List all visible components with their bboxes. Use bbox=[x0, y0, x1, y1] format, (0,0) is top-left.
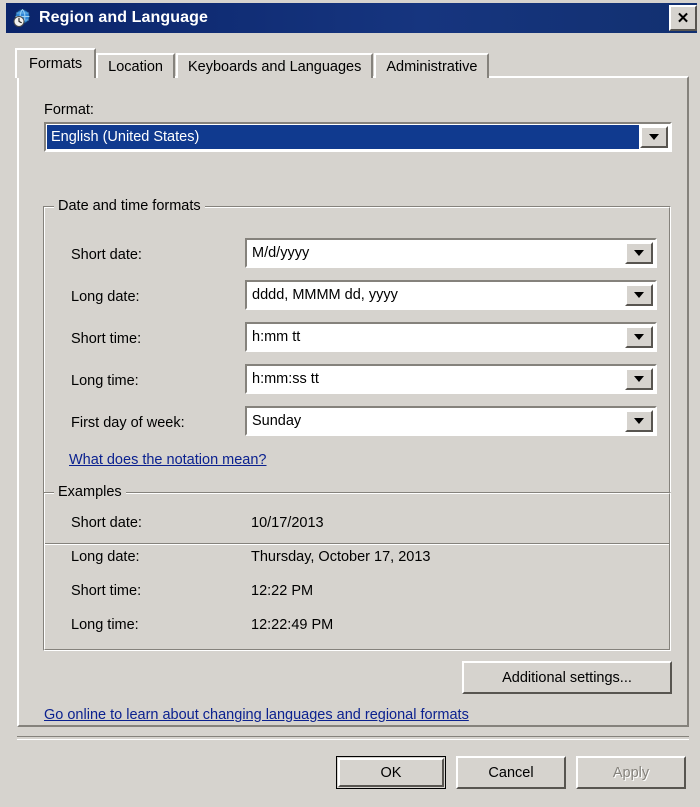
short-time-chevron-down-icon[interactable] bbox=[625, 326, 653, 348]
long-time-value: h:mm:ss tt bbox=[247, 366, 625, 392]
short-time-label: Short time: bbox=[71, 331, 142, 347]
example-short-time-value: 12:22 PM bbox=[251, 583, 314, 599]
long-date-combobox[interactable]: dddd, MMMM dd, yyyy bbox=[245, 280, 657, 310]
chevron-down-glyph bbox=[634, 250, 644, 256]
first-day-of-week-label: First day of week: bbox=[71, 415, 185, 431]
cancel-button[interactable]: Cancel bbox=[456, 756, 566, 789]
tab-keyboards-and-languages-label: Keyboards and Languages bbox=[188, 58, 362, 75]
short-date-chevron-down-icon[interactable] bbox=[625, 242, 653, 264]
region-and-language-dialog: Region and Language ✕ Formats Location K… bbox=[0, 0, 700, 807]
formats-tab-panel: Format: English (United States) Date and… bbox=[17, 76, 689, 727]
example-long-date-value: Thursday, October 17, 2013 bbox=[251, 549, 431, 565]
first-day-of-week-combobox[interactable]: Sunday bbox=[245, 406, 657, 436]
example-long-time-value: 12:22:49 PM bbox=[251, 617, 334, 633]
window-title: Region and Language bbox=[39, 9, 209, 26]
tab-location-label: Location bbox=[108, 58, 163, 75]
long-time-chevron-down-icon[interactable] bbox=[625, 368, 653, 390]
cancel-label: Cancel bbox=[488, 764, 534, 781]
tab-administrative-label: Administrative bbox=[386, 58, 478, 75]
tab-formats[interactable]: Formats bbox=[15, 48, 97, 78]
tab-location[interactable]: Location bbox=[96, 53, 175, 78]
tab-administrative[interactable]: Administrative bbox=[374, 53, 490, 78]
examples-title: Examples bbox=[54, 484, 126, 500]
title-bar[interactable]: Region and Language ✕ bbox=[6, 3, 697, 33]
notation-help-link[interactable]: What does the notation mean? bbox=[69, 452, 267, 468]
examples-group: Examples Short date: 10/17/2013 Long dat… bbox=[43, 484, 671, 651]
tab-formats-label: Formats bbox=[29, 56, 83, 72]
long-date-label: Long date: bbox=[71, 289, 140, 305]
format-combobox[interactable]: English (United States) bbox=[44, 122, 672, 152]
long-date-value: dddd, MMMM dd, yyyy bbox=[247, 282, 625, 308]
ok-button[interactable]: OK bbox=[336, 756, 446, 789]
first-day-of-week-value: Sunday bbox=[247, 408, 625, 434]
date-and-time-formats-title: Date and time formats bbox=[54, 198, 205, 214]
example-short-time-label: Short time: bbox=[71, 583, 142, 599]
tab-keyboards-and-languages[interactable]: Keyboards and Languages bbox=[176, 53, 374, 78]
additional-settings-label: Additional settings... bbox=[502, 669, 632, 686]
short-time-combobox[interactable]: h:mm tt bbox=[245, 322, 657, 352]
apply-button: Apply bbox=[576, 756, 686, 789]
short-date-combobox[interactable]: M/d/yyyy bbox=[245, 238, 657, 268]
chevron-down-glyph bbox=[634, 292, 644, 298]
chevron-down-glyph bbox=[649, 134, 659, 140]
chevron-down-glyph bbox=[634, 418, 644, 424]
go-online-link[interactable]: Go online to learn about changing langua… bbox=[44, 707, 469, 723]
first-day-of-week-chevron-down-icon[interactable] bbox=[625, 410, 653, 432]
long-date-chevron-down-icon[interactable] bbox=[625, 284, 653, 306]
tab-strip: Formats Location Keyboards and Languages… bbox=[15, 48, 490, 78]
example-long-date-label: Long date: bbox=[71, 549, 140, 565]
short-time-value: h:mm tt bbox=[247, 324, 625, 350]
long-time-label: Long time: bbox=[71, 373, 139, 389]
example-short-date-label: Short date: bbox=[71, 515, 142, 531]
chevron-down-glyph bbox=[634, 334, 644, 340]
format-combobox-value: English (United States) bbox=[47, 125, 639, 149]
close-glyph: ✕ bbox=[676, 9, 690, 27]
short-date-value: M/d/yyyy bbox=[247, 240, 625, 266]
apply-label: Apply bbox=[612, 764, 650, 781]
format-combobox-chevron-down-icon[interactable] bbox=[640, 126, 668, 148]
globe-clock-icon bbox=[12, 8, 32, 28]
example-short-date-value: 10/17/2013 bbox=[251, 515, 324, 531]
button-row-separator bbox=[17, 736, 689, 740]
short-date-label: Short date: bbox=[71, 247, 142, 263]
example-long-time-label: Long time: bbox=[71, 617, 139, 633]
ok-label: OK bbox=[380, 764, 402, 781]
format-label: Format: bbox=[44, 102, 94, 118]
long-time-combobox[interactable]: h:mm:ss tt bbox=[245, 364, 657, 394]
close-icon[interactable]: ✕ bbox=[669, 5, 697, 31]
chevron-down-glyph bbox=[634, 376, 644, 382]
additional-settings-button[interactable]: Additional settings... bbox=[462, 661, 672, 694]
